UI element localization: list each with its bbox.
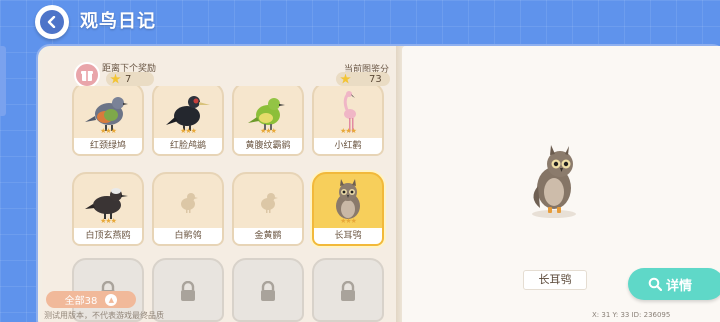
bird-name: 小红鹳 [314, 138, 382, 154]
test-version-notice: 测试用版本，不代表游戏最终品质 [44, 311, 164, 320]
search-icon [648, 277, 662, 291]
bird-card[interactable]: ★★★ 小红鹳 [312, 86, 384, 156]
bird-name: 黄腹纹霸鹟 [234, 138, 302, 154]
page-title: 观鸟日记 [80, 11, 156, 32]
unknown-bird-icon [234, 174, 302, 230]
detail-button-label: 详情 [666, 278, 693, 294]
bird-name: 白顶玄燕鸥 [74, 228, 142, 244]
locked-card[interactable] [312, 258, 384, 322]
bird-name: 红脸鸬鹚 [154, 138, 222, 154]
lock-icon [314, 260, 382, 320]
detail-button[interactable]: 详情 [628, 268, 720, 300]
bird-card[interactable]: 白鹡鸰 [152, 172, 224, 246]
score-value: 73 [369, 73, 382, 85]
side-tab[interactable] [0, 46, 6, 116]
bird-name: 长耳鸮 [314, 228, 382, 244]
total-count: 全部38 [64, 296, 98, 307]
bird-card[interactable]: ★★★ 红脸鸬鹚 [152, 86, 224, 156]
rating-stars: ★★★ [260, 127, 277, 135]
bird-card-selected[interactable]: ★★★ 长耳鸮 [312, 172, 384, 246]
locked-card[interactable] [232, 258, 304, 322]
rating-stars: ★★★ [100, 127, 117, 135]
star-icon [340, 73, 351, 84]
bird-card[interactable]: ★★★ 白顶玄燕鸥 [72, 172, 144, 246]
gift-box-icon[interactable] [74, 62, 100, 88]
bird-name: 金黄鹂 [234, 228, 302, 244]
bird-card[interactable]: ★★★ 红颈绿鸠 [72, 86, 144, 156]
star-icon [110, 73, 121, 84]
back-arrow-icon [40, 10, 64, 34]
chevron-up-icon: ▲ [105, 293, 118, 306]
bird-card[interactable]: 金黄鹂 [232, 172, 304, 246]
bird-name: 白鹡鸰 [154, 228, 222, 244]
back-button[interactable] [35, 5, 69, 39]
unknown-bird-icon [154, 174, 222, 230]
lock-icon [154, 260, 222, 320]
rating-stars: ★★★ [180, 127, 197, 135]
next-reward-value: 7 [125, 73, 132, 85]
rating-stars: ★★★ [340, 217, 357, 225]
bird-grid: ★★★ 红颈绿鸠 ★★★ 红脸鸬鹚 ★★★ 黄腹纹霸鹟 ★★★ 小红鹳 ★★★ … [68, 86, 398, 322]
owl-model [532, 145, 576, 218]
coordinate-readout: X: 31 Y: 33 ID: 236095 [592, 311, 671, 319]
bird-card[interactable]: ★★★ 黄腹纹霸鹟 [232, 86, 304, 156]
total-filter-button[interactable]: 全部38 ▲ [46, 291, 136, 308]
rating-stars: ★★★ [340, 127, 357, 135]
score-pill: 73 [336, 72, 390, 86]
lock-icon [234, 260, 302, 320]
next-reward-pill: 7 [106, 72, 154, 86]
rating-stars: ★★★ [100, 217, 117, 225]
selected-bird-name: 长耳鸮 [523, 270, 587, 290]
bird-name: 红颈绿鸠 [74, 138, 142, 154]
